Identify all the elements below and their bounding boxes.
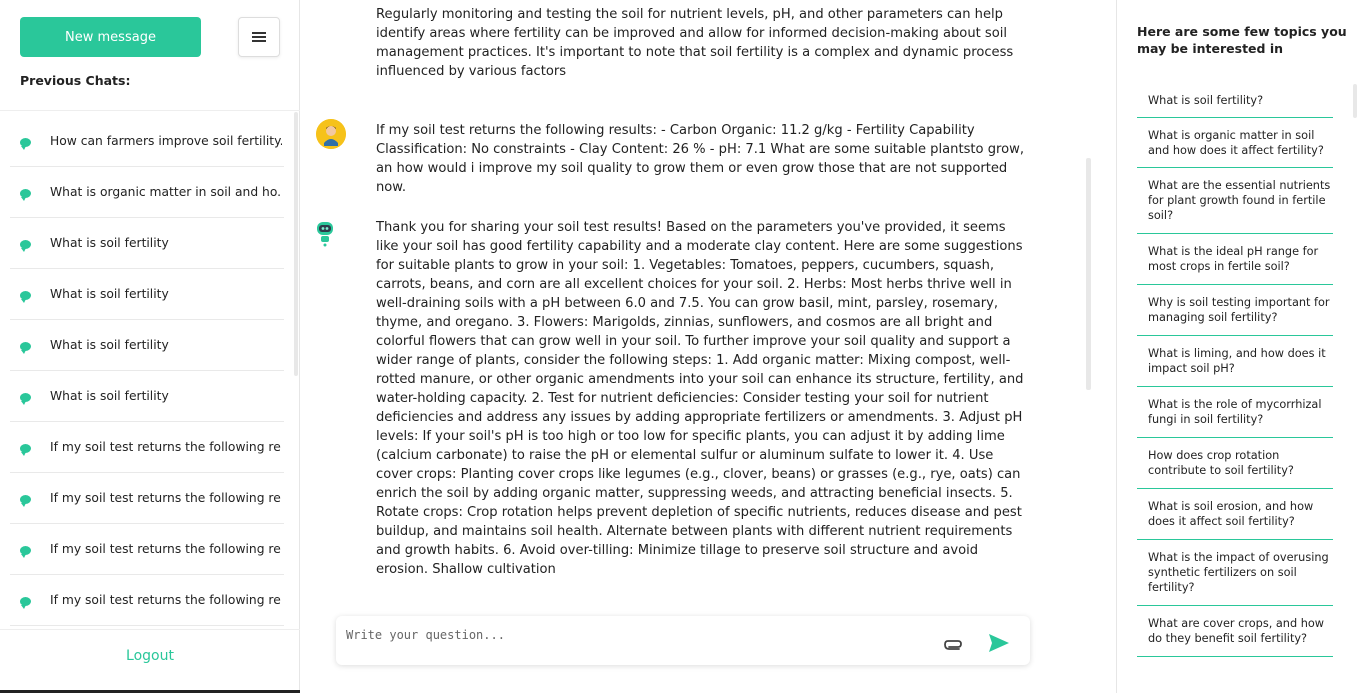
topic-item[interactable]: Why is soil testing important for managi… (1137, 285, 1333, 336)
chat-list-item[interactable]: What is organic matter in soil and ho... (10, 167, 284, 218)
chat-list-item-label: What is organic matter in soil and ho... (50, 185, 282, 199)
paperclip-icon[interactable] (942, 634, 966, 654)
topic-item[interactable]: What are cover crops, and how do they be… (1137, 606, 1333, 657)
topic-item[interactable]: How does crop rotation contribute to soi… (1137, 438, 1333, 489)
chat-list-item-label: What is soil fertility (50, 236, 169, 250)
logout-area: Logout (0, 629, 300, 693)
chat-list-item[interactable]: What is soil fertility (10, 269, 284, 320)
chat-list-item-label: What is soil fertility (50, 287, 169, 301)
chat-list-item[interactable]: If my soil test returns the following re… (10, 422, 284, 473)
chat-bubble-icon (20, 444, 31, 456)
topics-scrollbar[interactable] (1353, 84, 1357, 118)
chat-bubble-icon (20, 138, 31, 150)
topic-item[interactable]: What is the ideal pH range for most crop… (1137, 234, 1333, 285)
chat-list-item[interactable]: If my soil test returns the following re… (10, 524, 284, 575)
sidebar: New message Previous Chats: How can farm… (0, 0, 300, 693)
chat-list-item-label: If my soil test returns the following re… (50, 593, 282, 607)
user-message: If my soil test returns the following re… (376, 123, 1024, 195)
topic-item[interactable]: What is organic matter in soil and how d… (1137, 118, 1333, 168)
topics-panel: Here are some few topics you may be inte… (1116, 0, 1366, 693)
chat-bubble-icon (20, 342, 31, 354)
chat-bubble-icon (20, 291, 31, 303)
chat-list-item[interactable]: If my soil test returns the following re… (10, 575, 284, 626)
topic-item[interactable]: What is soil erosion, and how does it af… (1137, 489, 1333, 540)
chat-list-item[interactable]: If my soil test returns the following re… (10, 473, 284, 524)
menu-button[interactable] (238, 17, 280, 57)
sidebar-scrollbar[interactable] (294, 112, 298, 376)
new-message-button[interactable]: New message (20, 17, 201, 57)
chat-list-item-label: What is soil fertility (50, 338, 169, 352)
chat-list-item-label: What is soil fertility (50, 389, 169, 403)
topic-item[interactable]: What is liming, and how does it impact s… (1137, 336, 1333, 387)
bot-avatar-icon (314, 219, 336, 247)
chat-list-item[interactable]: How can farmers improve soil fertility..… (10, 116, 284, 167)
chat-list-item[interactable]: What is soil fertility (10, 371, 284, 422)
chat-list: How can farmers improve soil fertility..… (0, 110, 300, 630)
chat-list-item[interactable]: What is soil fertility (10, 320, 284, 371)
topic-item[interactable]: What are the essential nutrients for pla… (1137, 168, 1333, 234)
chat-bubble-icon (20, 240, 31, 252)
chat-list-item-label: If my soil test returns the following re… (50, 542, 282, 556)
topic-item[interactable]: What is soil fertility? (1137, 84, 1333, 118)
chat-list-item-label: If my soil test returns the following re… (50, 440, 282, 454)
hamburger-menu-icon (252, 32, 266, 42)
chat-bubble-icon (20, 597, 31, 609)
chat-list-item-label: If my soil test returns the following re… (50, 491, 282, 505)
previous-chats-title: Previous Chats: (20, 73, 131, 88)
logout-link[interactable]: Logout (0, 648, 300, 664)
send-icon[interactable] (986, 631, 1012, 655)
chat-list-item-label: How can farmers improve soil fertility..… (50, 134, 282, 148)
chat-scrollbar[interactable] (1086, 158, 1091, 390)
chat-bubble-icon (20, 546, 31, 558)
chat-bubble-icon (20, 393, 31, 405)
question-input[interactable] (346, 624, 926, 646)
assistant-message: Thank you for sharing your soil test res… (376, 220, 1024, 577)
chat-bubble-icon (20, 495, 31, 507)
assistant-message: Regularly monitoring and testing the soi… (376, 7, 1014, 79)
user-avatar-icon (316, 119, 346, 149)
topic-item[interactable]: What is the role of mycorrhizal fungi in… (1137, 387, 1333, 438)
chat-list-item[interactable]: What is soil fertility (10, 218, 284, 269)
chat-bubble-icon (20, 189, 31, 201)
topics-title: Here are some few topics you may be inte… (1137, 24, 1347, 56)
topic-item[interactable]: What is the impact of overusing syntheti… (1137, 540, 1333, 606)
chat-main: Regularly monitoring and testing the soi… (300, 0, 1116, 693)
composer (336, 616, 1030, 665)
